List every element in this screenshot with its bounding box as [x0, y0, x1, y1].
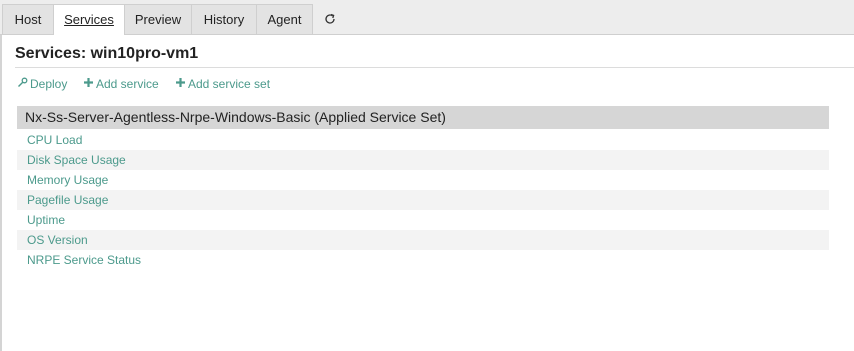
deploy-button[interactable]: Deploy [17, 77, 67, 91]
service-item-pagefile-usage[interactable]: Pagefile Usage [17, 190, 829, 210]
wrench-icon [17, 77, 30, 91]
tab-preview[interactable]: Preview [124, 4, 192, 34]
add-service-button[interactable]: Add service [83, 77, 159, 91]
service-set-header[interactable]: Nx-Ss-Server-Agentless-Nrpe-Windows-Basi… [17, 106, 829, 129]
page-title: Services: win10pro-vm1 [15, 45, 199, 62]
title-divider [15, 67, 854, 68]
plus-icon [175, 77, 188, 91]
plus-icon [83, 77, 96, 91]
service-item-nrpe-service-status[interactable]: NRPE Service Status [17, 250, 829, 270]
tab-agent[interactable]: Agent [256, 4, 313, 34]
add-service-set-label: Add service set [188, 77, 271, 91]
refresh-icon[interactable] [313, 4, 347, 34]
left-border [0, 0, 2, 351]
deploy-label: Deploy [30, 77, 68, 91]
service-item-os-version[interactable]: OS Version [17, 230, 829, 250]
add-service-label: Add service [96, 77, 159, 91]
service-item-uptime[interactable]: Uptime [17, 210, 829, 230]
tab-history[interactable]: History [191, 4, 257, 34]
add-service-set-button[interactable]: Add service set [175, 77, 270, 91]
tab-bar: Host Services Preview History Agent [0, 0, 854, 35]
service-item-cpu-load[interactable]: CPU Load [17, 130, 829, 150]
service-list: CPU Load Disk Space Usage Memory Usage P… [17, 130, 829, 270]
tab-host[interactable]: Host [2, 4, 54, 34]
tab-services[interactable]: Services [53, 4, 125, 35]
service-item-memory-usage[interactable]: Memory Usage [17, 170, 829, 190]
service-item-disk-space-usage[interactable]: Disk Space Usage [17, 150, 829, 170]
